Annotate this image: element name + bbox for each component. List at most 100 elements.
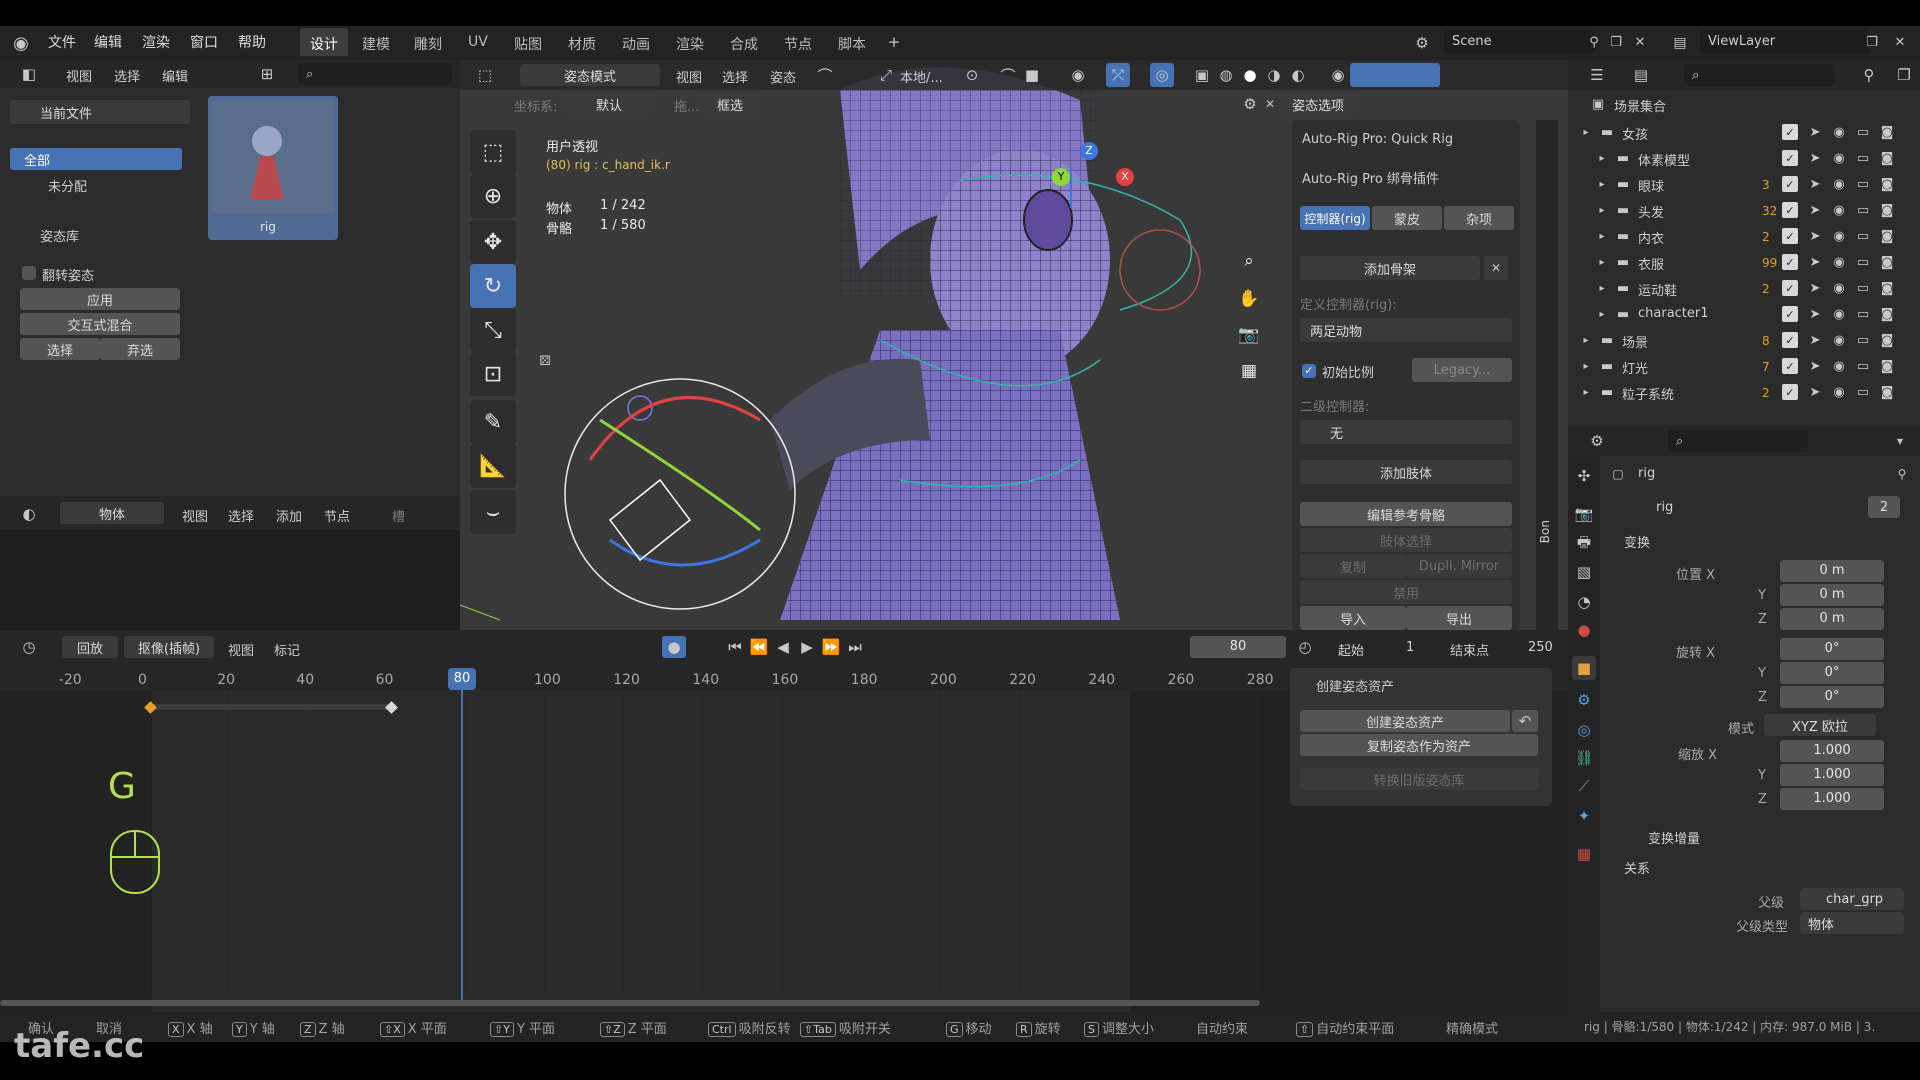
snap-target-icon[interactable]: ■: [1020, 65, 1044, 85]
overlay-toggle-icon[interactable]: ◎: [1150, 63, 1174, 87]
outliner-search-input[interactable]: ⌕: [1684, 64, 1834, 86]
camera-icon[interactable]: ◙: [1878, 357, 1896, 375]
dupli-mirror-button[interactable]: Dupli. Mirror: [1406, 554, 1512, 578]
auto-key-icon[interactable]: ●: [662, 636, 686, 658]
timeline-scrollbar[interactable]: [0, 1000, 1260, 1006]
expand-arrow-icon[interactable]: ▸: [1594, 227, 1610, 245]
eye-icon[interactable]: ◉: [1830, 383, 1848, 401]
outliner-row[interactable]: ▸ ▬ 粒子系统 2 ✓ ➤ ◉ ▭ ◙: [1568, 380, 1920, 404]
catalog-unassigned[interactable]: 未分配: [48, 176, 87, 195]
next-keyframe-icon[interactable]: ⏩: [820, 636, 842, 658]
outliner-item-label[interactable]: 灯光: [1622, 358, 1648, 377]
library-dropdown[interactable]: 当前文件: [10, 100, 190, 124]
cursor-tool-icon[interactable]: ⊕: [470, 174, 516, 218]
expand-arrow-icon[interactable]: ▸: [1594, 253, 1610, 271]
expand-arrow-icon[interactable]: ▸: [1578, 123, 1594, 141]
scale-y-field[interactable]: 1.000: [1780, 764, 1884, 786]
coord-dropdown[interactable]: 默认: [564, 93, 654, 115]
transform-orientation[interactable]: 本地/...: [900, 67, 943, 86]
eye-icon[interactable]: ◉: [1830, 331, 1848, 349]
viewlayer-icon[interactable]: ▤: [1668, 32, 1692, 54]
select-arrow-icon[interactable]: ➤: [1806, 123, 1824, 141]
start-value[interactable]: 1: [1406, 640, 1414, 655]
select-arrow-icon[interactable]: ➤: [1806, 149, 1824, 167]
pin-icon[interactable]: ⚲: [1584, 32, 1604, 52]
convert-legacy-library-button[interactable]: 转换旧版姿态库: [1300, 768, 1538, 790]
duplicate-button[interactable]: 复制: [1300, 554, 1406, 578]
add-limb-dropdown[interactable]: 添加肢体: [1300, 460, 1512, 484]
view-icon[interactable]: ◉: [1326, 65, 1350, 85]
relations-heading[interactable]: 关系: [1624, 858, 1650, 877]
eye-icon[interactable]: ◉: [1830, 305, 1848, 323]
tab-compositing[interactable]: 合成: [720, 28, 768, 56]
tab-uv[interactable]: UV: [458, 28, 498, 56]
rotation-z-field[interactable]: 0°: [1780, 686, 1884, 708]
view-layer-tab-icon[interactable]: ▧: [1572, 560, 1596, 584]
scale-x-field[interactable]: 1.000: [1780, 740, 1884, 762]
checkbox-icon[interactable]: ✓: [1782, 254, 1798, 270]
outliner-item-label[interactable]: 运动鞋: [1638, 280, 1677, 299]
grid-view-icon[interactable]: ⊞: [250, 64, 284, 84]
tab-scripting[interactable]: 脚本: [828, 28, 876, 56]
outliner-row[interactable]: ▸ ▬ 眼球 3 ✓ ➤ ◉ ▭ ◙: [1568, 172, 1920, 196]
outliner-row[interactable]: ▸ ▬ 内衣 2 ✓ ➤ ◉ ▭ ◙: [1568, 224, 1920, 248]
refresh-icon[interactable]: ↶: [1512, 710, 1538, 732]
monitor-icon[interactable]: ▭: [1854, 331, 1872, 349]
properties-editor-icon[interactable]: ⚙: [1582, 431, 1612, 451]
select-arrow-icon[interactable]: ➤: [1806, 331, 1824, 349]
solid-shading-icon[interactable]: ●: [1238, 65, 1262, 85]
node-menu-node[interactable]: 节点: [324, 506, 350, 525]
eye-icon[interactable]: ◉: [1830, 175, 1848, 193]
node-mode-dropdown[interactable]: 物体: [60, 502, 164, 524]
quick-rig-heading[interactable]: Auto-Rig Pro: Quick Rig: [1302, 132, 1453, 147]
catalog-all[interactable]: 全部: [10, 148, 182, 170]
select-tool-icon[interactable]: ⬚: [470, 130, 516, 174]
node-menu-select[interactable]: 选择: [228, 506, 254, 525]
pin-properties-icon[interactable]: ⚲: [1892, 464, 1912, 484]
edit-reference-button[interactable]: 编辑参考骨骼: [1300, 502, 1512, 526]
apply-button[interactable]: 应用: [20, 288, 180, 310]
add-armature-dropdown[interactable]: 添加骨架: [1300, 256, 1480, 280]
pose-options-dropdown[interactable]: 姿态选项: [1278, 93, 1358, 115]
timeline-editor-icon[interactable]: ◷: [14, 637, 44, 657]
properties-options-icon[interactable]: ▾: [1888, 431, 1912, 451]
autorig-heading[interactable]: Auto-Rig Pro 绑骨插件: [1302, 168, 1439, 187]
checkbox-icon[interactable]: ✓: [1782, 150, 1798, 166]
tab-texture[interactable]: 贴图: [504, 28, 552, 56]
timeline-menu-view[interactable]: 视图: [228, 640, 254, 659]
output-tab-icon[interactable]: 🖶: [1572, 532, 1596, 556]
close-viewlayer-icon[interactable]: ✕: [1890, 32, 1910, 52]
expand-arrow-icon[interactable]: ▸: [1594, 279, 1610, 297]
camera-icon[interactable]: ◙: [1878, 383, 1896, 401]
snap-icon[interactable]: ⌒: [996, 65, 1020, 85]
outliner-row[interactable]: ▸ ▬ 体素模型 ✓ ➤ ◉ ▭ ◙: [1568, 146, 1920, 170]
camera-icon[interactable]: ◙: [1878, 279, 1896, 297]
gizmo-z-axis[interactable]: Z: [1080, 142, 1098, 160]
outliner-row[interactable]: ▸ ▬ 衣服 99 ✓ ➤ ◉ ▭ ◙: [1568, 250, 1920, 274]
copy-pose-as-asset-button[interactable]: 复制姿态作为资产: [1300, 734, 1538, 756]
gizmo-toggle-icon[interactable]: ⤱: [1106, 63, 1130, 87]
menu-select[interactable]: 选择: [114, 66, 140, 85]
menu-edit[interactable]: 编辑: [94, 32, 122, 52]
expand-arrow-icon[interactable]: ▸: [1578, 357, 1594, 375]
outliner-row[interactable]: ▸ ▬ 女孩 ✓ ➤ ◉ ▭ ◙: [1568, 120, 1920, 144]
outliner-item-label[interactable]: 粒子系统: [1622, 384, 1674, 403]
node-menu-view[interactable]: 视图: [182, 506, 208, 525]
object-tab-icon[interactable]: ■: [1572, 656, 1596, 680]
playhead-line[interactable]: [461, 690, 463, 1006]
checkbox-icon[interactable]: ✓: [1782, 202, 1798, 218]
select-arrow-icon[interactable]: ➤: [1806, 253, 1824, 271]
checkbox-icon[interactable]: ✓: [1782, 124, 1798, 140]
new-scene-icon[interactable]: ❐: [1606, 32, 1626, 52]
ortho-grid-icon[interactable]: ▦: [1236, 358, 1262, 384]
annotate-tool-icon[interactable]: ✎: [470, 400, 516, 444]
eye-icon[interactable]: ◉: [1830, 279, 1848, 297]
editor-type-icon[interactable]: ◧: [14, 64, 44, 84]
timeline-menu-marker[interactable]: 标记: [274, 640, 300, 659]
menu-file[interactable]: 文件: [48, 32, 76, 52]
vp-menu-view[interactable]: 视图: [676, 67, 702, 86]
outliner-item-label[interactable]: 内衣: [1638, 228, 1664, 247]
pose-asset-heading[interactable]: 创建姿态资产: [1316, 676, 1394, 695]
outliner-row[interactable]: ▸ ▬ 场景 8 ✓ ➤ ◉ ▭ ◙: [1568, 328, 1920, 352]
tab-controllers[interactable]: 控制器(rig): [1300, 206, 1370, 230]
